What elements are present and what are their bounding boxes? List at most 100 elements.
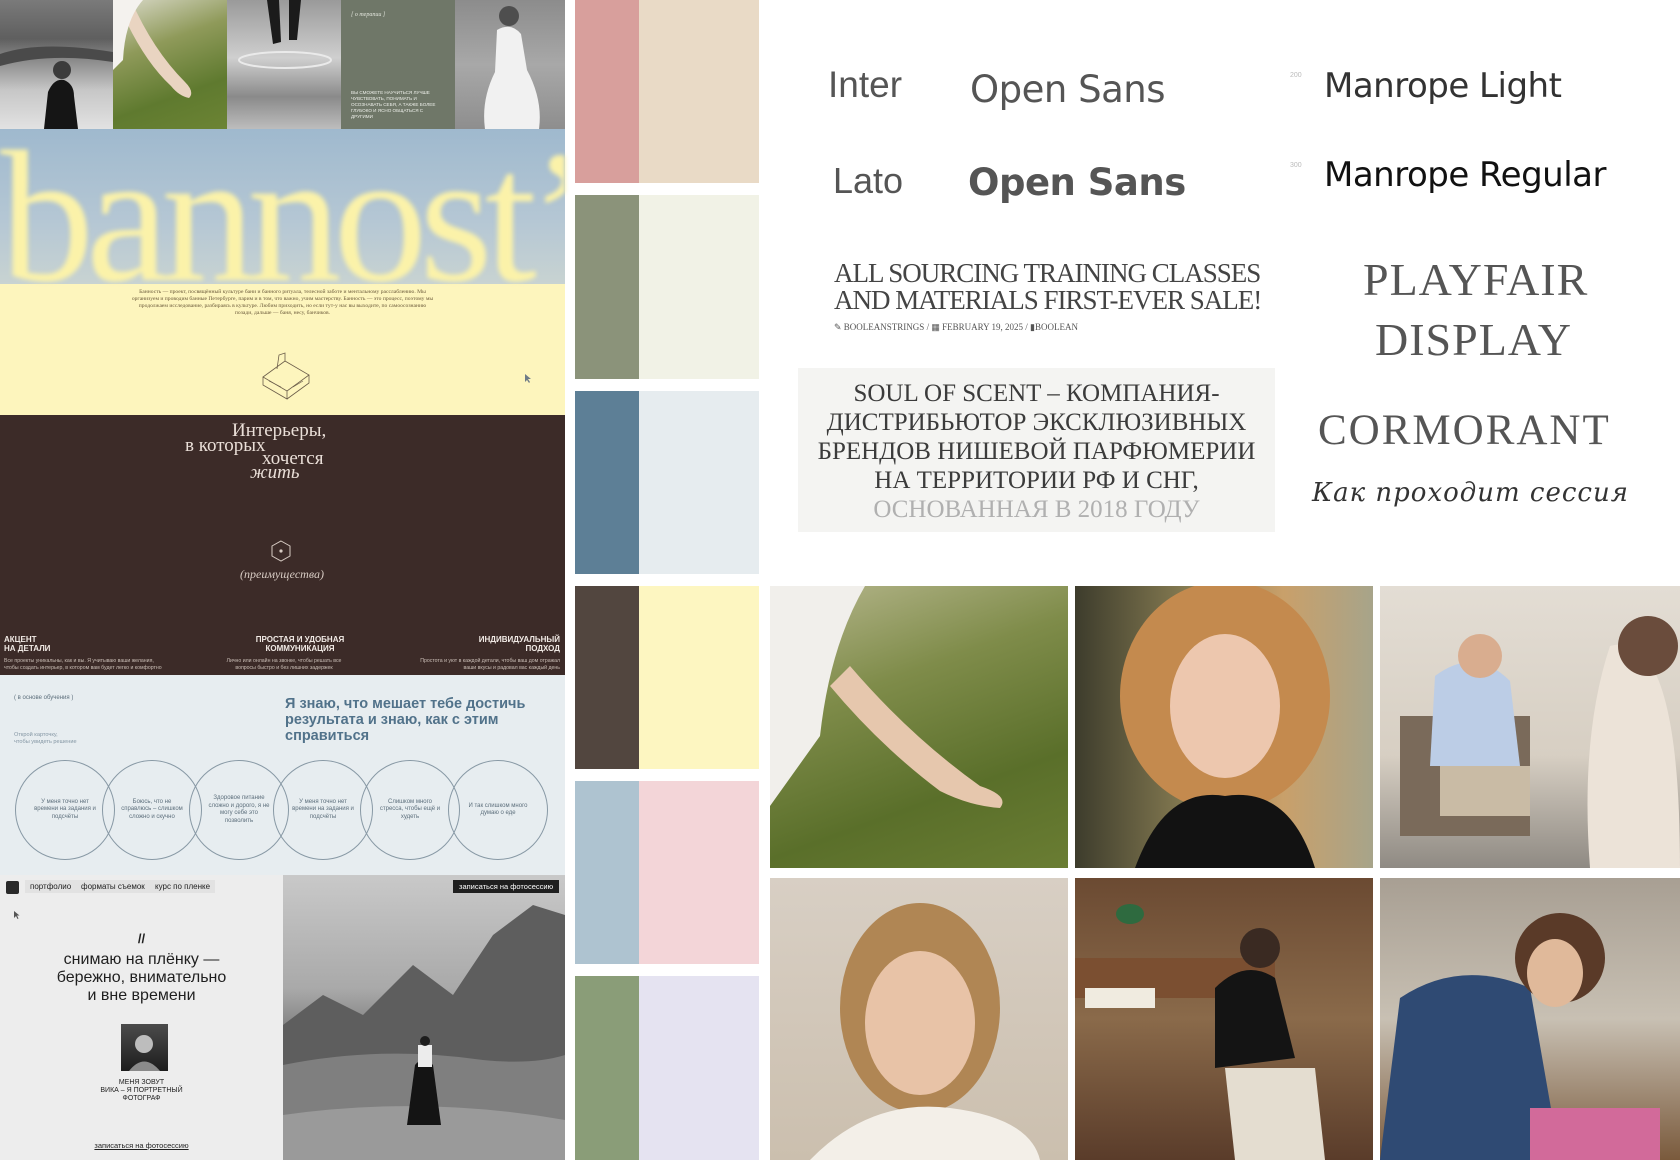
edu-hint: Открой карточку, чтобы увидеть решение: [14, 732, 77, 745]
palette-blush: [639, 781, 759, 964]
palette-butter: [639, 586, 759, 769]
palette-powder-blue: [575, 781, 639, 964]
library-illustration: [1075, 904, 1325, 1160]
soul-of-scent-specimen: SOUL OF SCENT – КОМПАНИЯ- ДИСТРИБЬЮТОР Э…: [798, 368, 1275, 532]
cursor-icon: [14, 911, 20, 919]
portrait-illustration: [129, 1035, 160, 1071]
therapy-card-tag: [ о терапии ]: [351, 12, 386, 18]
hand-grass-illustration: [770, 586, 1003, 808]
sale-meta-author[interactable]: BOOLEANSTRINGS: [844, 322, 925, 332]
photo-hand-touching-grass: [770, 586, 1068, 868]
font-playfair-line1: PLAYFAIR: [1363, 254, 1589, 305]
interiors-title-line4: жить: [250, 462, 300, 483]
nav-shoot-formats[interactable]: форматы съемок: [76, 880, 150, 893]
font-lato: Lato: [833, 160, 904, 201]
sale-meta-date: FEBRUARY 19, 2025: [942, 322, 1024, 332]
cursor-icon: [525, 374, 531, 383]
book-session-link[interactable]: записаться на фотосессию: [0, 1141, 283, 1150]
nav-portfolio[interactable]: портфолио: [25, 880, 77, 893]
photo-woman-in-white-dress: [455, 0, 565, 129]
mountain-landscape-illustration: [283, 905, 565, 1160]
problem-card-5[interactable]: Слишком много стресса, чтобы ещё и худет…: [360, 760, 460, 860]
font-manrope-light: Manrope Light: [1324, 66, 1562, 106]
palette-sage: [575, 976, 639, 1160]
edu-heading: Я знаю, что мешает тебе достичь результа…: [285, 696, 526, 744]
soul-line2: ДИСТРИБЬЮТОР ЭКСКЛЮЗИВНЫХ: [826, 409, 1247, 436]
dress-illustration: [484, 6, 540, 129]
nav-film-course[interactable]: курс по пленке: [150, 880, 216, 893]
photo-hand-in-grass: [113, 0, 227, 129]
photo-curly-red-hair-woman: [1075, 586, 1373, 868]
calendar-icon: ▦: [931, 322, 940, 332]
problem-card-2[interactable]: Боюсь, что не справлюсь – слишком сложно…: [102, 760, 202, 860]
font-open-sans-bold: Open Sans: [968, 161, 1186, 204]
photo-feet-in-water: [227, 0, 341, 129]
edu-tag: ( в основе обучения ): [14, 695, 74, 701]
book-session-button[interactable]: записаться на фотосессию: [453, 880, 560, 893]
site-logo[interactable]: [6, 881, 19, 894]
sale-meta-category[interactable]: BOOLEAN: [1035, 322, 1078, 332]
palette-dark-brown: [575, 586, 639, 769]
hand-illustration: [113, 0, 192, 98]
bannost-site: bannost’ Банность — проект, посвящённый …: [0, 129, 565, 415]
palette-pink: [575, 0, 639, 183]
font-manrope-regular-weight: 300: [1290, 162, 1302, 169]
headline-line2: бережно, внимательно: [56, 969, 227, 986]
palette-olive: [575, 195, 639, 379]
sale-meta: ✎ BOOLEANSTRINGS / ▦ FEBRUARY 19, 2025 /…: [834, 322, 1078, 333]
intro-line1: МЕНЯ ЗОВУТ: [118, 1079, 165, 1086]
intro-line2: ВИКА – Я ПОРТРЕТНЫЙ: [100, 1087, 183, 1094]
feature-desc-communication: Лично или онлайн на звонке, чтобы решать…: [226, 658, 342, 671]
font-manrope-regular: Manrope Regular: [1324, 155, 1606, 195]
blonde-portrait-illustration: [810, 903, 1040, 1160]
interiors-title-line2: в которых: [185, 435, 266, 456]
problem-card-1[interactable]: У меня точно нет времени на задания и по…: [15, 760, 115, 860]
font-open-sans-light: Open Sans: [970, 68, 1165, 111]
feature-title-communication: ПРОСТАЯ И УДОБНАЯ КОММУНИКАЦИЯ: [255, 635, 345, 653]
therapy-card-text: ВЫ СМОЖЕТЕ НАУЧИТЬСЯ ЛУЧШЕ ЧУВСТВОВАТЬ, …: [351, 90, 436, 119]
bathhouse-sketch-icon: [262, 352, 310, 400]
woman-figure-illustration: [0, 46, 113, 129]
bannost-logo: bannost’: [0, 129, 565, 284]
bannost-paragraph: Банность — проект, посвящённый культуре …: [131, 289, 434, 316]
interiors-site: Интерьеры, в которых хочется жить (преим…: [0, 415, 565, 675]
photographer-avatar: [121, 1024, 168, 1071]
feature-title-details: АКЦЕНТ НА ДЕТАЛИ: [4, 635, 51, 653]
intro-line3: ФОТОГРАФ: [122, 1095, 161, 1102]
headline-line1: снимаю на плёнку —: [63, 951, 220, 968]
photo-blonde-woman-portrait: [770, 878, 1068, 1160]
therapy-text-card: [ о терапии ] ВЫ СМОЖЕТЕ НАУЧИТЬСЯ ЛУЧШЕ…: [341, 0, 455, 129]
font-inter: Inter: [828, 64, 903, 105]
therapy-site-photo-strip: [ о терапии ] ВЫ СМОЖЕТЕ НАУЧИТЬСЯ ЛУЧШЕ…: [0, 0, 565, 129]
sale-headline-line2: AND MATERIALS FIRST-EVER SALE!: [834, 285, 1262, 315]
nutrition-course-site: ( в основе обучения ) Открой карточку, ч…: [0, 675, 565, 875]
headline-line3: и вне времени: [87, 987, 196, 1004]
headline-mark: //: [137, 931, 146, 946]
curly-hair-portrait-illustration: [1120, 586, 1330, 868]
photo-woman-on-hill: [0, 0, 113, 129]
palette-lavender: [639, 976, 759, 1160]
font-cormorant: CORMORANT: [1318, 407, 1611, 454]
photo-therapy-session: [1380, 586, 1680, 868]
advantages-caption: (преимущества): [240, 567, 324, 581]
problem-card-4[interactable]: У меня точно нет времени на задания и по…: [273, 760, 373, 860]
problem-card-6[interactable]: И так слишком много думаю о еде: [448, 760, 548, 860]
laptop-portrait-illustration: [1380, 913, 1660, 1160]
font-script-sample: Как проходит сессия: [1312, 478, 1629, 508]
palette-steel-blue: [575, 391, 639, 574]
mountain-photo: записаться на фотосессию: [283, 875, 565, 1160]
palette-light-gray-blue: [639, 391, 759, 574]
hexagon-icon: [271, 540, 291, 562]
feature-title-individual: ИНДИВИДУАЛЬНЫЙ ПОДХОД: [478, 635, 560, 653]
palette-sand: [639, 0, 759, 183]
photographer-site-content: портфолио форматы съемок курс по пленке …: [0, 875, 283, 1160]
photo-reading-in-library: [1075, 878, 1373, 1160]
photographer-site: портфолио форматы съемок курс по пленке …: [0, 875, 565, 1160]
font-manrope-light-weight: 200: [1290, 72, 1302, 79]
soul-line1: SOUL OF SCENT – КОМПАНИЯ-: [853, 380, 1220, 407]
feature-desc-details: Все проекты уникальны, как и вы. Я учиты…: [4, 658, 162, 671]
soul-line3: БРЕНДОВ НИШЕВОЙ ПАРФЮМЕРИИ: [817, 438, 1256, 465]
palette-ivory: [639, 195, 759, 379]
feature-desc-individual: Простота и уют в каждой детали, чтобы ва…: [420, 658, 560, 671]
photo-woman-with-laptop: [1380, 878, 1680, 1160]
